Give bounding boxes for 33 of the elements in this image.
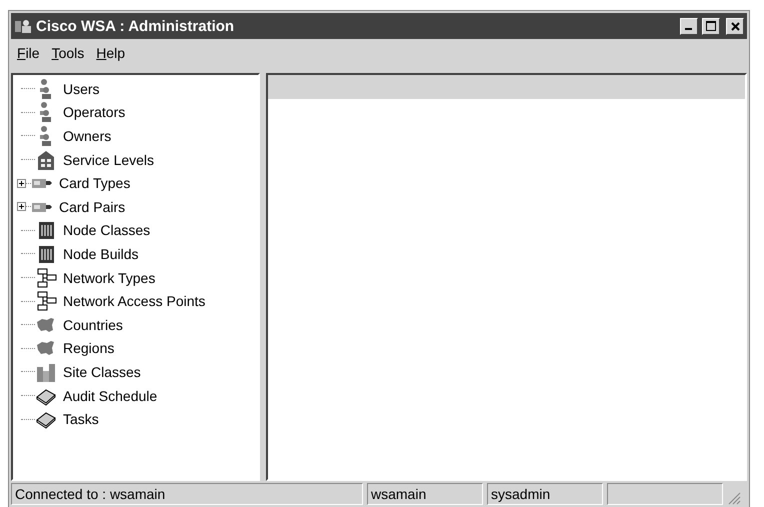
- expand-icon[interactable]: [17, 178, 26, 188]
- app-icon: [14, 18, 32, 34]
- tree-item[interactable]: Service Levels: [63, 152, 154, 168]
- tree-item[interactable]: Countries: [63, 316, 123, 333]
- tree-item[interactable]: Regions: [63, 340, 114, 356]
- menu-item[interactable]: Tools: [52, 45, 84, 61]
- tree-item[interactable]: Node Builds: [63, 246, 138, 262]
- status-cell: wsamain: [367, 483, 483, 505]
- tree-item[interactable]: Card Pairs: [59, 198, 126, 215]
- tree-item[interactable]: Network Types: [63, 270, 156, 286]
- building-icon: [35, 148, 57, 171]
- menu-item[interactable]: Help: [96, 45, 126, 61]
- maximize-icon: [706, 21, 716, 31]
- menu-item[interactable]: File: [17, 45, 40, 61]
- close-icon: [730, 22, 740, 30]
- tree-item[interactable]: Owners: [63, 128, 112, 144]
- status-cell: sysadmin: [487, 483, 603, 505]
- network-icon: [35, 266, 57, 289]
- close-button[interactable]: [726, 18, 744, 34]
- maximize-button[interactable]: [702, 18, 720, 34]
- minimize-button[interactable]: [680, 18, 698, 34]
- status-cell: Connected to : wsamain: [11, 483, 363, 505]
- tree-item[interactable]: Card Types: [59, 175, 130, 192]
- expand-icon[interactable]: [17, 202, 26, 212]
- tree-item[interactable]: Tasks: [63, 411, 99, 428]
- tree-item[interactable]: Users: [63, 80, 100, 97]
- tree-item[interactable]: Site Classes: [63, 364, 141, 380]
- window-title: Cisco WSA : Administration: [36, 18, 236, 34]
- network-icon: [35, 290, 57, 312]
- tree-item[interactable]: Operators: [63, 104, 126, 120]
- tree-item[interactable]: Audit Schedule: [63, 388, 158, 404]
- tree-item[interactable]: Network Access Points: [63, 293, 206, 310]
- tree-item[interactable]: Node Classes: [63, 222, 150, 238]
